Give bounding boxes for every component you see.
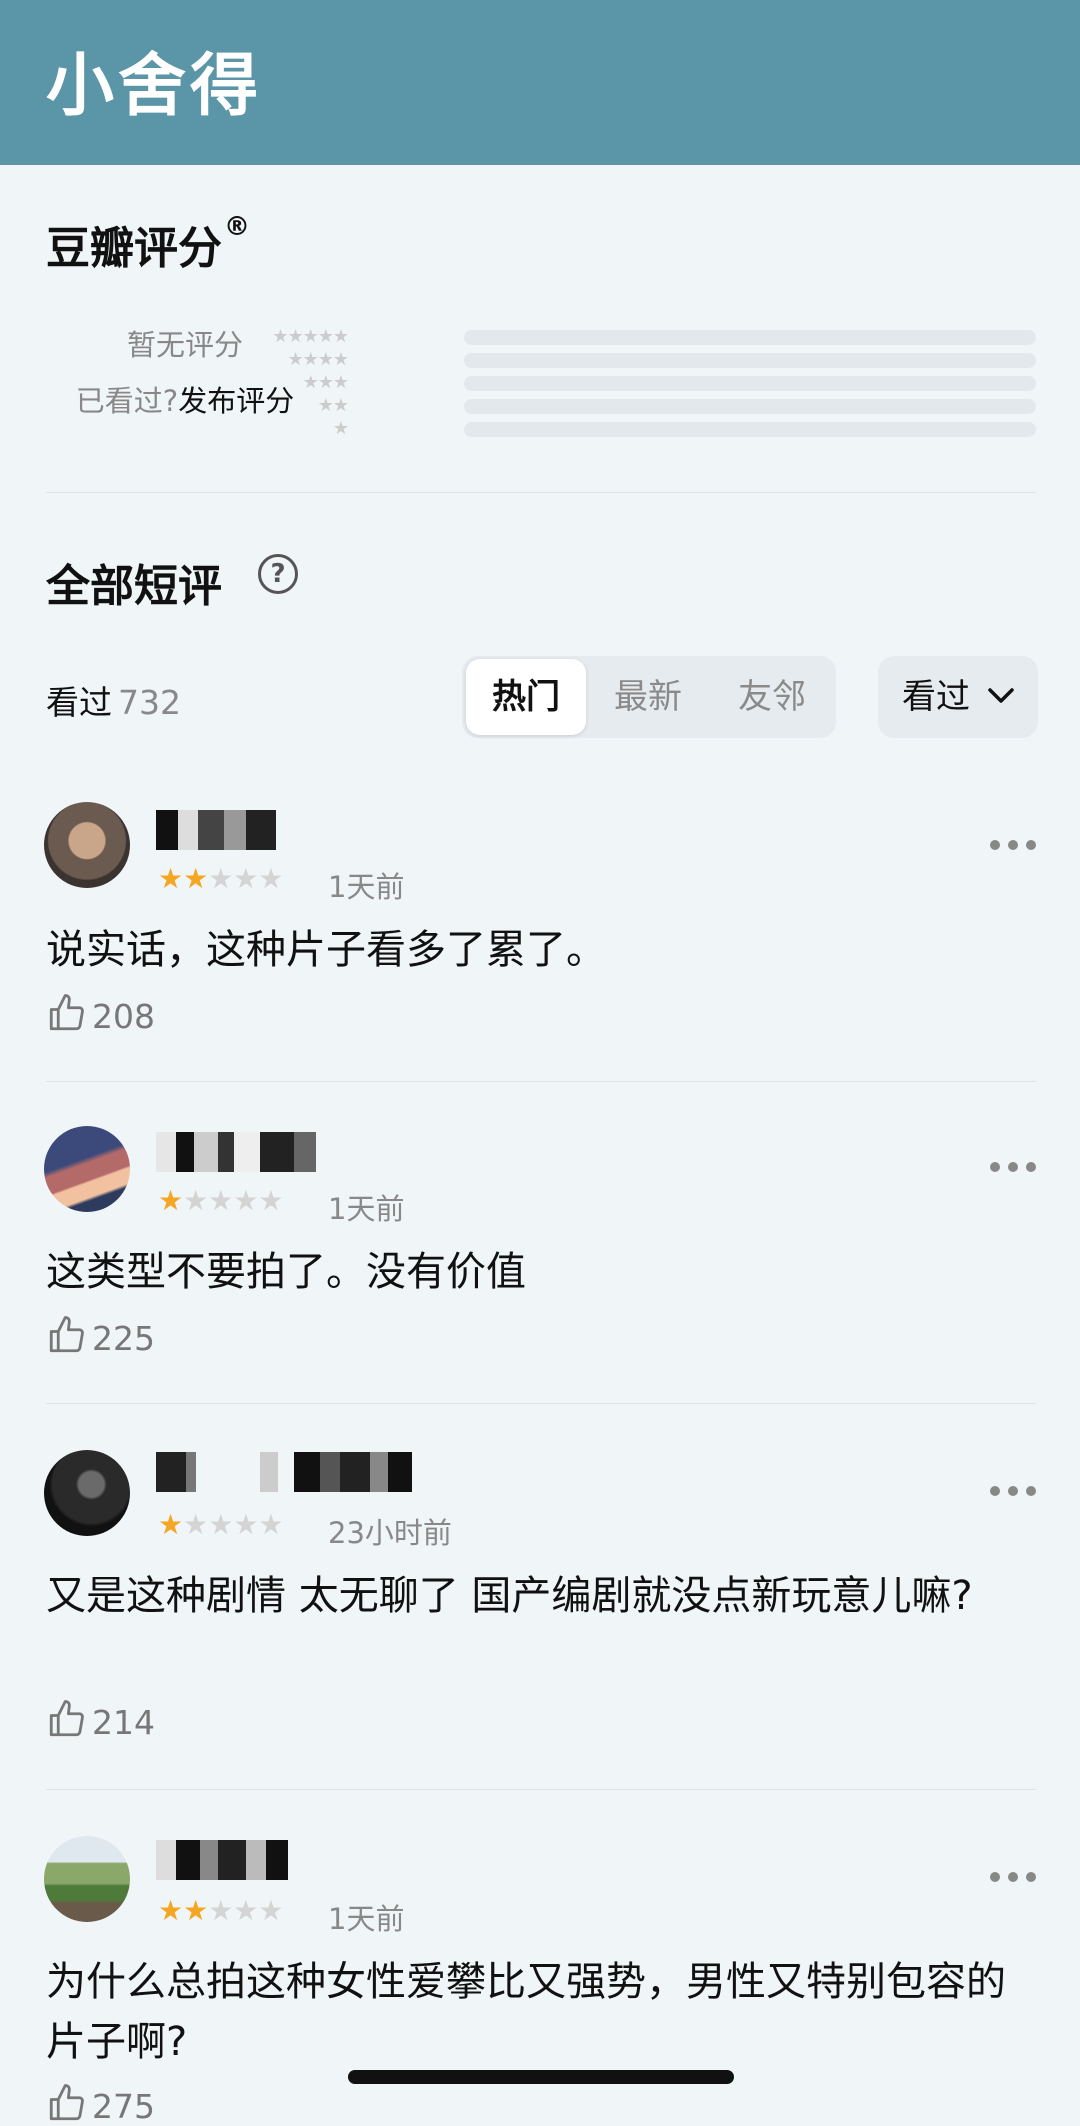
comment-rating-stars: ★★★★★: [158, 1894, 284, 1927]
filter-label: 看过: [902, 677, 970, 717]
comment-text: 又是这种剧情 太无聊了 国产编剧就没点新玩意儿嘛?: [46, 1573, 973, 1619]
section-divider: [46, 492, 1036, 493]
more-icon[interactable]: [990, 840, 1038, 852]
avatar[interactable]: [44, 802, 130, 888]
username-redacted[interactable]: [156, 1452, 416, 1492]
comment-text: 为什么总拍这种女性爱攀比又强势，男性又特别包容的片子啊?: [46, 1959, 1006, 2065]
like-count: 214: [92, 1703, 155, 1742]
like-button[interactable]: 275: [46, 2082, 155, 2126]
rating-section-title: 豆瓣评分®: [46, 212, 250, 276]
registered-mark: ®: [224, 212, 250, 242]
comment-divider: [46, 1789, 1036, 1790]
watched-number: 732: [118, 683, 181, 722]
avatar[interactable]: [44, 1450, 130, 1536]
comment-time: 1天前: [328, 1192, 405, 1226]
comment-rating-stars: ★★★★★: [158, 1508, 284, 1541]
like-button[interactable]: 214: [46, 1698, 155, 1742]
rating-bar-track: [464, 422, 1036, 437]
comment-rating-stars: ★★★★★: [158, 862, 284, 895]
sort-tabs: 热门 最新 友邻: [462, 656, 836, 738]
like-button[interactable]: 208: [46, 992, 155, 1036]
rating-bar-track: [464, 376, 1036, 391]
tab-hot[interactable]: 热门: [466, 659, 586, 735]
home-indicator[interactable]: [348, 2070, 734, 2084]
star-row-4: ★★★★: [287, 349, 349, 370]
rating-bar-track: [464, 353, 1036, 368]
star-row-2: ★★: [317, 395, 349, 416]
watched-filter-dropdown[interactable]: 看过: [878, 656, 1038, 738]
star-row-1: ★: [332, 418, 349, 439]
more-icon[interactable]: [990, 1486, 1038, 1498]
comment-divider: [46, 1081, 1036, 1082]
username-redacted[interactable]: [156, 1840, 296, 1880]
like-count: 275: [92, 2087, 155, 2126]
star-row-5: ★★★★★: [272, 326, 349, 347]
like-count: 225: [92, 1319, 155, 1358]
like-button[interactable]: 225: [46, 1314, 155, 1358]
comment-time: 1天前: [328, 1902, 405, 1936]
more-icon[interactable]: [990, 1162, 1038, 1174]
comment-rating-stars: ★★★★★: [158, 1184, 284, 1217]
comment-text: 这类型不要拍了。没有价值: [46, 1249, 526, 1295]
rating-title-text: 豆瓣评分: [46, 223, 222, 274]
thumbs-up-icon: [49, 1700, 84, 1737]
thumbs-up-icon: [49, 2084, 84, 2121]
app-bar: 小舍得: [0, 0, 1080, 165]
watched-count: 看过 732: [46, 676, 181, 724]
thumbs-up-icon: [49, 1316, 84, 1353]
star-row-3: ★★★: [302, 372, 349, 393]
rating-bar-track: [464, 399, 1036, 414]
avatar[interactable]: [44, 1126, 130, 1212]
tab-friends[interactable]: 友邻: [712, 656, 832, 738]
rating-bar-track: [464, 330, 1036, 345]
watched-prompt: 已看过?: [75, 384, 179, 418]
chevron-down-icon: [986, 656, 1016, 768]
comment-time: 23小时前: [328, 1516, 452, 1550]
reviews-section-title: 全部短评: [46, 561, 222, 612]
tab-latest[interactable]: 最新: [588, 656, 708, 738]
username-redacted[interactable]: [156, 810, 296, 850]
avatar[interactable]: [44, 1836, 130, 1922]
comment-divider: [46, 1403, 1036, 1404]
watched-label: 看过: [46, 683, 112, 722]
comment-text: 说实话，这种片子看多了累了。: [46, 927, 606, 973]
username-redacted[interactable]: [156, 1132, 331, 1172]
page-title: 小舍得: [46, 47, 263, 126]
more-icon[interactable]: [990, 1872, 1038, 1884]
help-icon[interactable]: ?: [258, 554, 298, 594]
thumbs-up-icon: [49, 994, 84, 1031]
like-count: 208: [92, 997, 155, 1036]
comment-time: 1天前: [328, 870, 405, 904]
